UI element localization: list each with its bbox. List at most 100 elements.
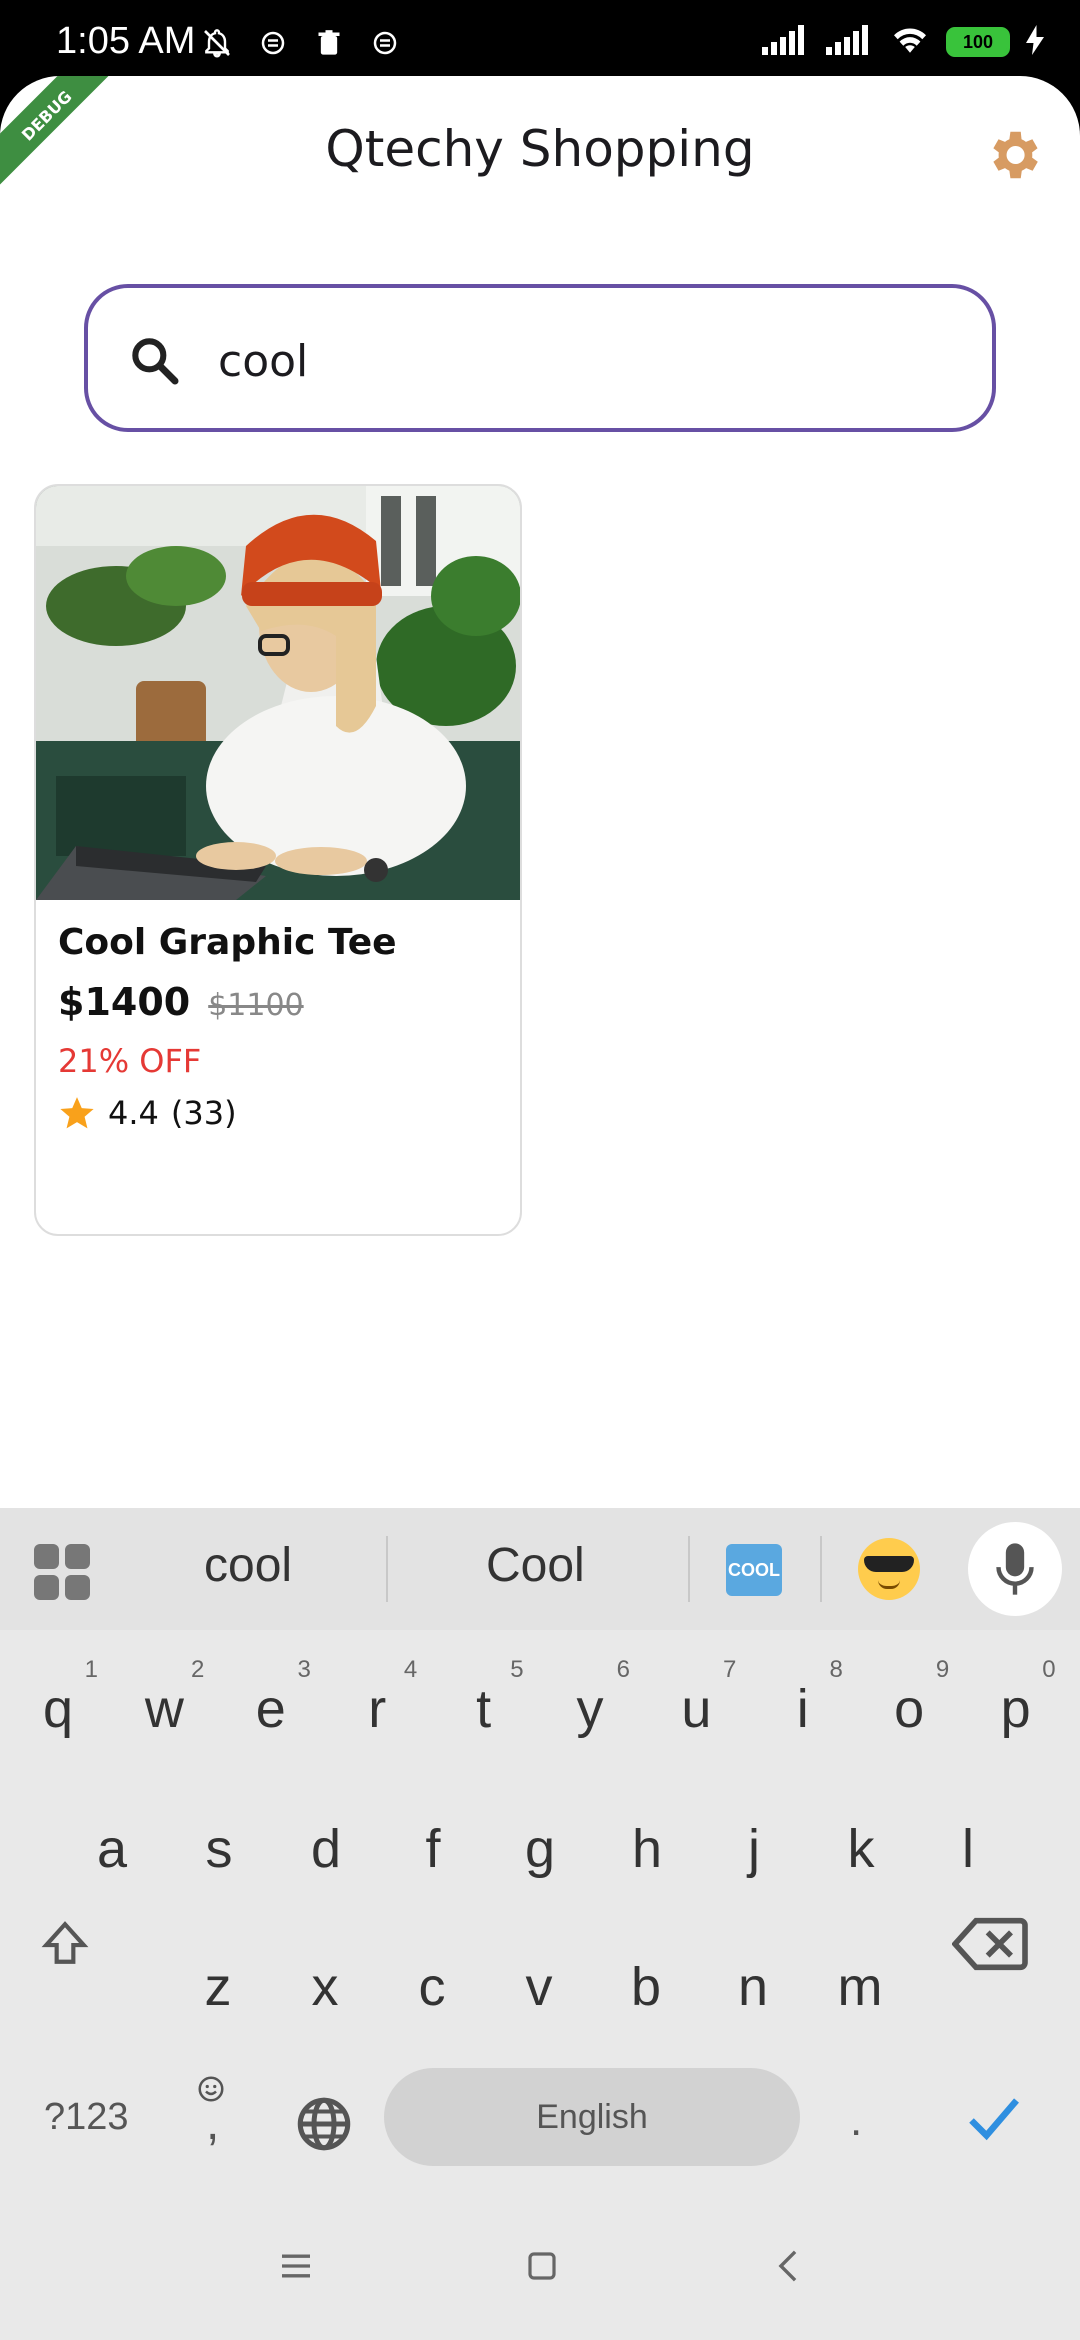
back-nav-button[interactable] — [768, 2246, 808, 2286]
key-label: d — [310, 1819, 342, 1879]
key-hint: 1 — [84, 1656, 98, 1683]
key-o[interactable]: o9 — [859, 1656, 959, 1740]
key-hint: 2 — [191, 1656, 205, 1683]
key-i[interactable]: i8 — [753, 1656, 853, 1740]
star-icon — [60, 1097, 94, 1129]
key-hint: 3 — [297, 1656, 311, 1683]
key-t[interactable]: t5 — [434, 1656, 534, 1740]
suggestion-bar: cool Cool COOL — [0, 1508, 1080, 1630]
enter-key[interactable] — [964, 2088, 1024, 2153]
key-y[interactable]: y6 — [540, 1656, 640, 1740]
key-label: e — [255, 1679, 286, 1739]
key-b[interactable]: b — [596, 1956, 696, 2018]
page-title: Qtechy Shopping — [325, 120, 755, 178]
key-u[interactable]: u7 — [646, 1656, 746, 1740]
shift-key[interactable] — [40, 1918, 90, 1973]
shift-icon — [41, 1921, 89, 1964]
key-p[interactable]: p0 — [966, 1656, 1066, 1740]
key-q[interactable]: q1 — [8, 1656, 108, 1740]
settings-button[interactable] — [980, 122, 1046, 188]
key-a[interactable]: a — [62, 1818, 162, 1880]
key-label: t — [476, 1679, 492, 1739]
key-k[interactable]: k — [811, 1818, 911, 1880]
key-z[interactable]: z — [168, 1956, 268, 2018]
trash-icon — [312, 26, 346, 60]
backspace-key[interactable] — [951, 1916, 1028, 1977]
key-label: m — [837, 1957, 883, 2017]
key-label: s — [205, 1819, 233, 1879]
menu-nav-button[interactable] — [276, 2246, 316, 2286]
key-label: r — [368, 1679, 387, 1739]
back-icon — [778, 2250, 797, 2282]
product-card[interactable]: Cool Graphic Tee $1400 $1100 21% OFF 4.4… — [34, 484, 522, 1236]
gear-icon — [993, 131, 1038, 179]
symbols-key[interactable]: ?123 — [44, 2096, 129, 2139]
mic-button[interactable] — [968, 1522, 1062, 1616]
key-label: n — [737, 1957, 769, 2017]
key-e[interactable]: e3 — [221, 1656, 321, 1740]
key-label: g — [524, 1819, 556, 1879]
space-key[interactable]: English — [384, 2068, 800, 2166]
key-label: a — [96, 1819, 128, 1879]
key-g[interactable]: g — [490, 1818, 590, 1880]
wifi-icon — [890, 24, 930, 60]
key-r[interactable]: r4 — [327, 1656, 427, 1740]
period-key[interactable]: . — [850, 2096, 862, 2146]
key-h[interactable]: h — [597, 1818, 697, 1880]
status-notifications — [200, 26, 402, 60]
key-c[interactable]: c — [382, 1956, 482, 2018]
key-label: u — [681, 1679, 712, 1739]
key-label: q — [42, 1679, 74, 1739]
suggestion-item[interactable]: Cool — [486, 1538, 585, 1593]
key-n[interactable]: n — [703, 1956, 803, 2018]
soft-keyboard: cool Cool COOL q1w2e3r4t5y6u7i8o9p0 asdf… — [0, 1508, 1080, 2340]
globe-icon — [297, 2097, 351, 2151]
divider — [688, 1536, 690, 1602]
product-name: Cool Graphic Tee — [58, 922, 397, 963]
cool-emoji-suggestion[interactable]: COOL — [726, 1544, 782, 1596]
suggestion-item[interactable]: cool — [204, 1538, 292, 1593]
key-label: f — [425, 1819, 441, 1879]
system-nav-bar — [0, 2190, 1080, 2340]
status-time: 1:05 AM — [56, 20, 196, 62]
sync-icon — [368, 26, 402, 60]
check-icon — [969, 2098, 1019, 2141]
key-label: h — [631, 1819, 663, 1879]
key-l[interactable]: l — [918, 1818, 1018, 1880]
key-label: y — [576, 1679, 604, 1739]
key-label: b — [630, 1957, 662, 2017]
signal-icon — [826, 25, 874, 59]
search-icon — [132, 338, 179, 385]
sync-icon — [256, 26, 290, 60]
key-label: l — [962, 1819, 974, 1879]
key-hint: 4 — [403, 1656, 418, 1683]
key-x[interactable]: x — [275, 1956, 375, 2018]
sunglasses-emoji-suggestion[interactable] — [858, 1538, 920, 1600]
key-label: p — [1000, 1679, 1031, 1739]
key-v[interactable]: v — [489, 1956, 589, 2018]
key-hint: 8 — [829, 1656, 843, 1683]
key-label: o — [894, 1679, 925, 1739]
key-f[interactable]: f — [383, 1818, 483, 1880]
language-key[interactable] — [294, 2094, 354, 2159]
apps-grid-icon[interactable] — [34, 1544, 90, 1600]
search-input[interactable]: cool — [84, 284, 996, 432]
key-hint: 9 — [935, 1656, 950, 1683]
key-s[interactable]: s — [169, 1818, 269, 1880]
home-nav-button[interactable] — [522, 2246, 562, 2286]
space-key-label: English — [536, 2097, 648, 2136]
square-icon — [528, 2252, 556, 2280]
key-hint: 0 — [1042, 1656, 1056, 1683]
key-m[interactable]: m — [810, 1956, 910, 2018]
battery-indicator: 100 — [946, 27, 1010, 57]
key-j[interactable]: j — [704, 1818, 804, 1880]
menu-icon — [282, 2254, 310, 2278]
key-hint: 6 — [616, 1656, 630, 1683]
backspace-icon — [951, 1917, 1028, 1971]
key-w[interactable]: w2 — [114, 1656, 214, 1740]
signal-icon — [762, 25, 810, 59]
key-label: i — [796, 1679, 809, 1739]
discount-label: 21% OFF — [58, 1042, 202, 1080]
key-d[interactable]: d — [276, 1818, 376, 1880]
key-label: k — [847, 1819, 875, 1879]
